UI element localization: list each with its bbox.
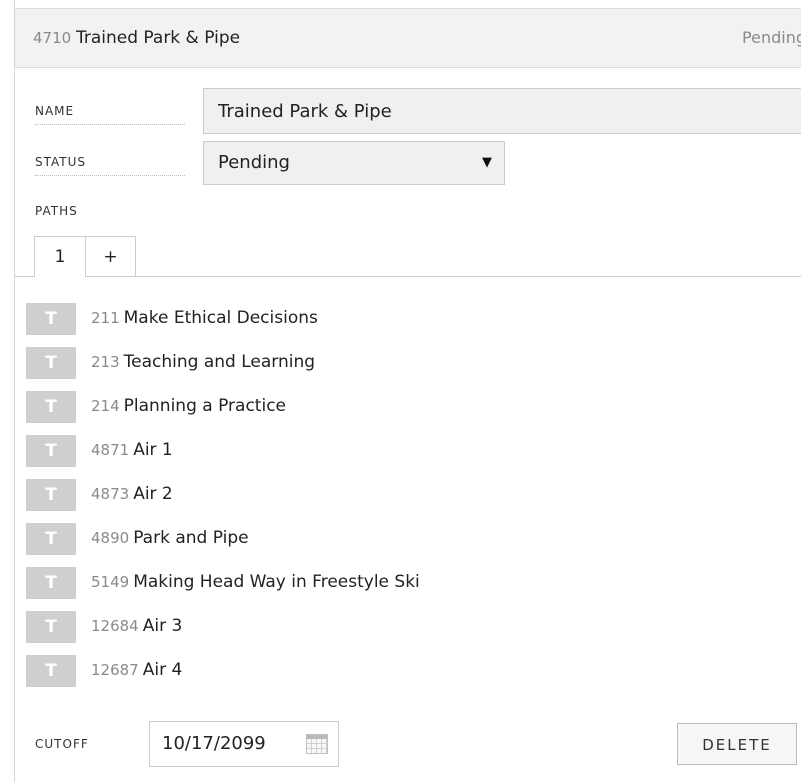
path-item-id: 4873 [91,485,130,503]
name-label: NAME [35,104,185,125]
path-item-title: Air 3 [142,616,183,636]
path-item-text: 214 Planning a Practice [91,396,286,416]
path-item-id: 12684 [91,617,139,635]
path-list: T 211 Make Ethical Decisions T 213 Teachin… [26,300,786,696]
path-tabs: 1 + [15,236,801,277]
path-item-id: 4871 [91,441,130,459]
cutoff-date-input[interactable]: 10/17/2099 [149,721,339,767]
path-item-id: 213 [91,353,120,371]
type-badge: T [26,479,76,511]
calendar-icon[interactable] [306,734,328,754]
tab-path-1[interactable]: 1 [34,236,86,277]
path-item-title: Park and Pipe [133,528,249,548]
delete-button[interactable]: DELETE [677,723,797,765]
path-item-text: 12687 Air 4 [91,660,182,680]
program-title: Trained Park & Pipe [75,28,241,48]
path-item-id: 211 [91,309,120,327]
type-badge: T [26,303,76,335]
path-item-id: 12687 [91,661,139,679]
cutoff-date-value: 10/17/2099 [162,733,266,754]
program-panel: 4710 Trained Park & Pipe Pending NAME ST… [14,0,801,782]
panel-header: 4710 Trained Park & Pipe Pending [15,8,801,68]
path-item-text: 12684 Air 3 [91,616,182,636]
list-item[interactable]: T 213 Teaching and Learning [26,344,786,388]
header-status: Pending [742,28,801,47]
type-badge: T [26,611,76,643]
list-item[interactable]: T 12684 Air 3 [26,608,786,652]
path-item-id: 5149 [91,573,130,591]
path-item-id: 214 [91,397,120,415]
path-item-text: 4871 Air 1 [91,440,173,460]
add-path-tab[interactable]: + [85,236,136,276]
path-item-title: Planning a Practice [123,396,286,416]
paths-label: PATHS [35,204,78,218]
path-item-title: Teaching and Learning [123,352,316,372]
status-select[interactable]: Pending ▼ [203,141,505,185]
type-badge: T [26,347,76,379]
path-item-text: 4873 Air 2 [91,484,173,504]
list-item[interactable]: T 4873 Air 2 [26,476,786,520]
path-item-text: 211 Make Ethical Decisions [91,308,318,328]
path-item-title: Air 1 [133,440,173,460]
header-title-group: 4710 Trained Park & Pipe [33,28,240,48]
list-item[interactable]: T 214 Planning a Practice [26,388,786,432]
list-item[interactable]: T 12687 Air 4 [26,652,786,696]
status-label: STATUS [35,155,185,176]
path-item-title: Air 4 [142,660,183,680]
list-item[interactable]: T 4890 Park and Pipe [26,520,786,564]
path-item-title: Make Ethical Decisions [123,308,318,328]
path-item-text: 4890 Park and Pipe [91,528,249,548]
name-input[interactable] [203,88,801,134]
path-item-text: 5149 Making Head Way in Freestyle Ski [91,572,420,592]
type-badge: T [26,567,76,599]
list-item[interactable]: T 4871 Air 1 [26,432,786,476]
status-selected-value: Pending [218,152,290,173]
path-item-title: Air 2 [133,484,173,504]
triangle-down-icon: ▼ [482,155,492,170]
program-id: 4710 [33,29,72,47]
type-badge: T [26,435,76,467]
path-item-id: 4890 [91,529,130,547]
list-item[interactable]: T 5149 Making Head Way in Freestyle Ski [26,564,786,608]
type-badge: T [26,391,76,423]
type-badge: T [26,523,76,555]
path-item-text: 213 Teaching and Learning [91,352,315,372]
list-item[interactable]: T 211 Make Ethical Decisions [26,300,786,344]
type-badge: T [26,655,76,687]
path-item-title: Making Head Way in Freestyle Ski [133,572,420,592]
